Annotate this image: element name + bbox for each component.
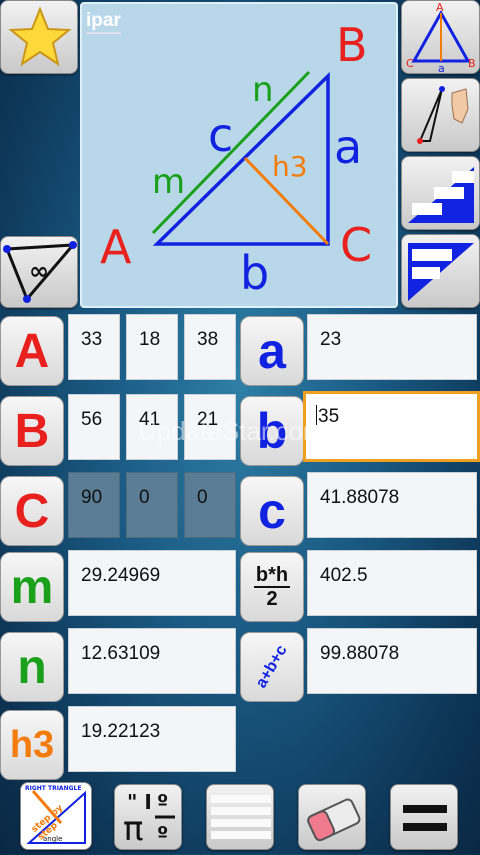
- vertex-a-label: A: [100, 220, 132, 274]
- history-button[interactable]: [206, 784, 274, 850]
- inverted-stairs-button[interactable]: [401, 234, 480, 308]
- svg-text:B: B: [468, 57, 476, 70]
- infinity-label: ∞: [29, 257, 49, 285]
- area-formula-top: b*h: [253, 564, 291, 588]
- side-a-input[interactable]: 23: [307, 314, 477, 380]
- svg-text:º: º: [157, 790, 168, 814]
- angle-a-label: A: [0, 316, 64, 386]
- help-text-bottom: angle: [43, 835, 63, 843]
- triangle-diagram: ipar A B C a b c m n h3: [80, 2, 398, 308]
- side-c-button[interactable]: c: [240, 476, 304, 546]
- vertex-c-label: C: [340, 218, 373, 272]
- side-a-button[interactable]: a: [240, 316, 304, 386]
- segment-m-button[interactable]: m: [0, 552, 64, 622]
- angle-b-minutes-input[interactable]: 41: [126, 394, 178, 460]
- side-c-input[interactable]: 41.88078: [307, 472, 477, 538]
- area-input[interactable]: 402.5: [307, 550, 477, 616]
- segment-n-label: n: [252, 70, 274, 110]
- area-formula-bottom: 2: [266, 588, 278, 610]
- angle-c-label: C: [0, 476, 64, 546]
- perimeter-input[interactable]: 99.88078: [307, 628, 477, 694]
- svg-text:A: A: [436, 1, 444, 14]
- labeled-triangle-icon: A C B a: [406, 1, 476, 75]
- segment-n-input[interactable]: 12.63109: [68, 628, 236, 694]
- side-b-button[interactable]: b: [240, 396, 304, 466]
- star-icon: [8, 6, 72, 67]
- segment-m-input[interactable]: 29.24969: [68, 550, 236, 616]
- angle-c-seconds-input: 0: [184, 472, 236, 538]
- vertex-b-label: B: [336, 18, 368, 72]
- help-button[interactable]: RIGHT TRIANGLE step by step angle: [20, 782, 92, 850]
- angle-b-degrees-input[interactable]: 56: [68, 394, 120, 460]
- angle-c-degrees-input: 90: [68, 472, 120, 538]
- perimeter-button[interactable]: a+b+c: [240, 632, 304, 702]
- draw-triangle-button[interactable]: [401, 78, 480, 152]
- inverted-stairs-icon: [408, 243, 474, 301]
- equals-icon: [403, 805, 447, 831]
- area-button[interactable]: b*h 2: [240, 552, 304, 622]
- list-lines-icon: [211, 795, 271, 839]
- hand-triangle-icon: [417, 86, 469, 144]
- favorite-button[interactable]: [0, 0, 78, 74]
- angle-a-degrees-input[interactable]: 33: [68, 314, 120, 380]
- fraction-icon: " I º º: [127, 790, 175, 846]
- constants-button[interactable]: π " I º º: [114, 784, 182, 850]
- side-a-label: a: [334, 120, 363, 174]
- height-label: h3: [272, 150, 308, 183]
- segment-m-label: m: [152, 162, 186, 202]
- eraser-icon: [307, 798, 361, 842]
- side-c-label: c: [208, 108, 234, 162]
- svg-text:" I: " I: [127, 790, 152, 814]
- svg-text:º: º: [157, 822, 168, 846]
- triangle-labels-button[interactable]: A C B a: [401, 0, 480, 75]
- angle-a-minutes-input[interactable]: 18: [126, 314, 178, 380]
- svg-text:C: C: [406, 57, 414, 70]
- angle-c-minutes-input: 0: [126, 472, 178, 538]
- text-cursor: [316, 405, 317, 425]
- angle-b-label: B: [0, 396, 64, 466]
- stairs-icon: [408, 167, 474, 223]
- angle-a-seconds-input[interactable]: 38: [184, 314, 236, 380]
- height-button[interactable]: h3: [0, 710, 64, 780]
- triangle-type-button[interactable]: ∞: [0, 236, 78, 308]
- side-b-label: b: [240, 246, 270, 300]
- height-input[interactable]: 19.22123: [68, 706, 236, 772]
- angle-b-seconds-input[interactable]: 21: [184, 394, 236, 460]
- clear-button[interactable]: [298, 784, 366, 850]
- stairs-button[interactable]: [401, 156, 480, 230]
- segment-n-button[interactable]: n: [0, 632, 64, 702]
- svg-text:a: a: [438, 62, 445, 75]
- side-b-input[interactable]: 35: [303, 391, 480, 462]
- equals-button[interactable]: [390, 784, 458, 850]
